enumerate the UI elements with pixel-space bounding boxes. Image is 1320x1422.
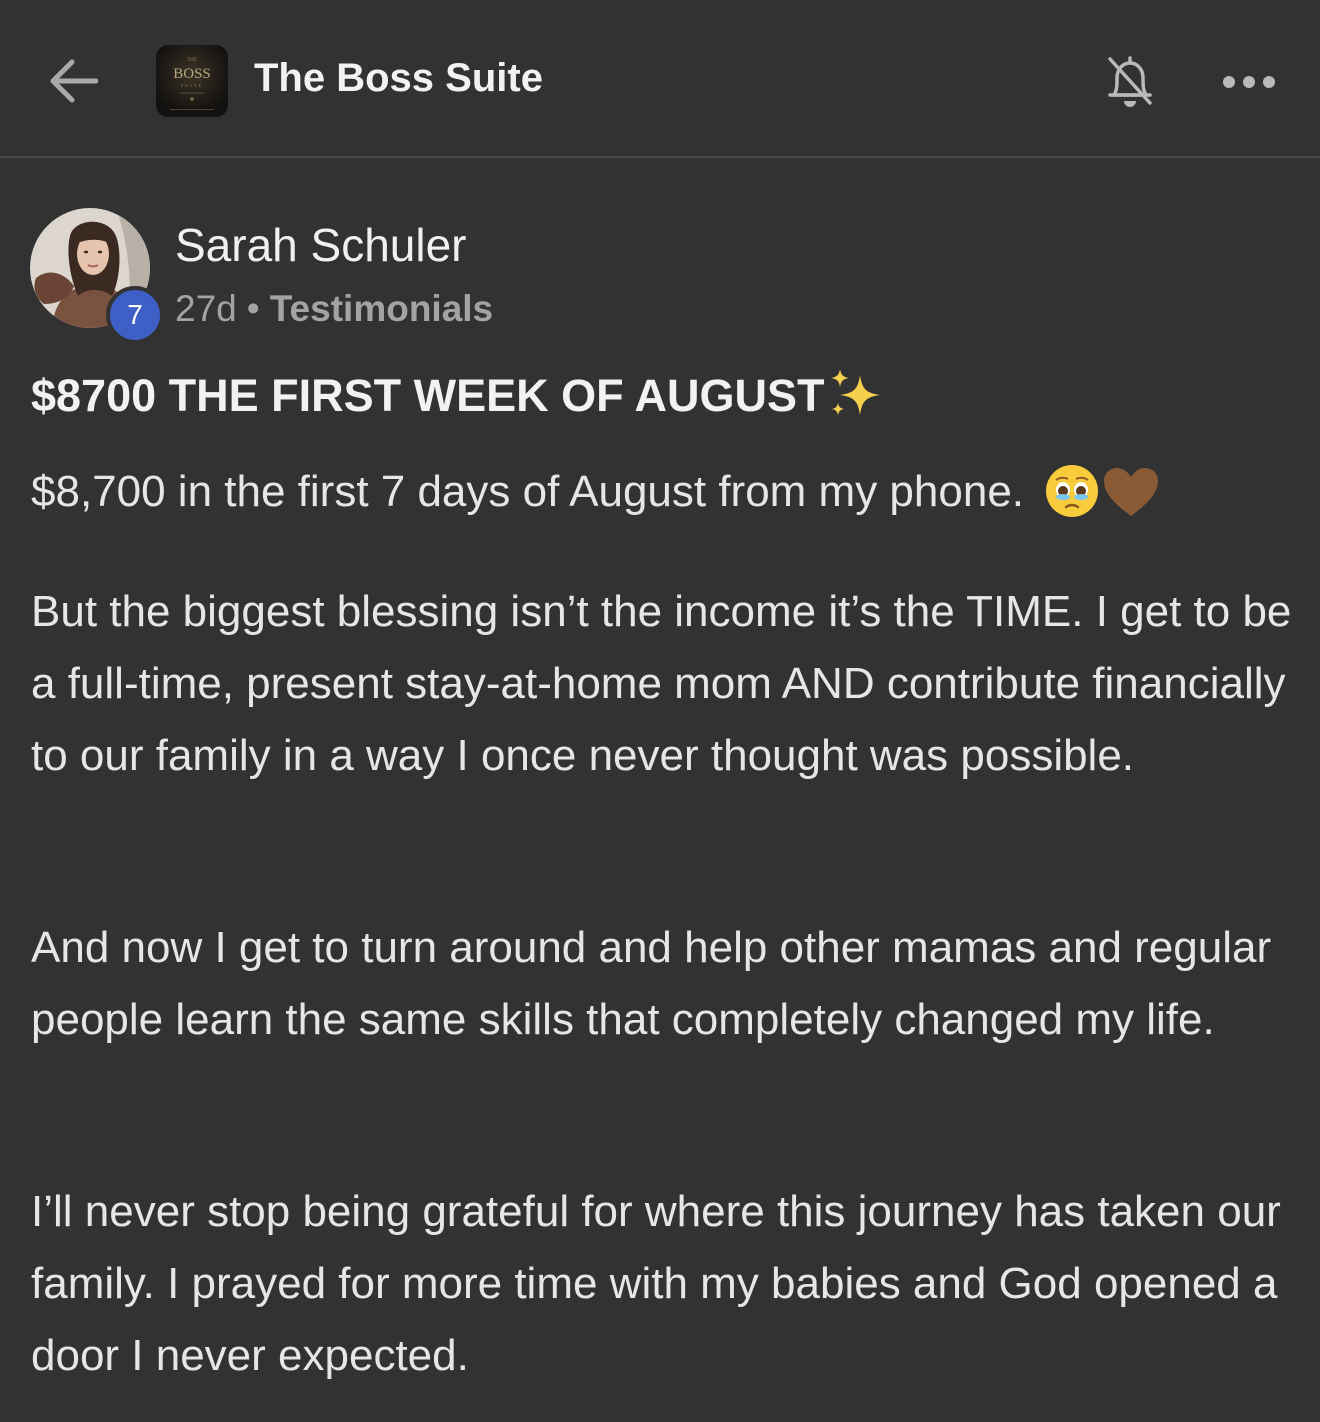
svg-text:SUITE: SUITE bbox=[181, 83, 204, 88]
post-paragraph-1-text: $8,700 in the first 7 days of August fro… bbox=[31, 467, 1025, 516]
more-options-button[interactable] bbox=[1218, 60, 1280, 104]
boss-suite-logo: THE BOSS SUITE bbox=[170, 58, 214, 110]
post-category[interactable]: Testimonials bbox=[270, 288, 493, 329]
holding-back-tears-face-icon bbox=[1046, 465, 1099, 518]
post-title: $8700 THE FIRST WEEK OF AUGUST bbox=[31, 369, 886, 423]
bell-off-icon bbox=[1108, 56, 1152, 107]
author-name[interactable]: Sarah Schuler bbox=[175, 218, 467, 272]
user-level-badge: 7 bbox=[106, 286, 164, 344]
group-logo[interactable]: THE BOSS SUITE bbox=[156, 45, 228, 117]
back-button[interactable] bbox=[42, 52, 104, 110]
post-paragraph-4: I’ll never stop being grateful for where… bbox=[31, 1187, 1281, 1380]
more-horizontal-icon bbox=[1223, 76, 1275, 88]
post-age: 27d bbox=[175, 288, 237, 329]
brown-heart-icon bbox=[1104, 468, 1159, 517]
top-bar: THE BOSS SUITE The Boss Suite bbox=[0, 0, 1320, 158]
post-paragraph-2: But the biggest blessing isn’t the incom… bbox=[31, 587, 1292, 780]
post-paragraph-1: $8,700 in the first 7 days of August fro… bbox=[31, 456, 1301, 528]
post-title-text: $8700 THE FIRST WEEK OF AUGUST bbox=[31, 370, 825, 421]
arrow-left-icon bbox=[50, 59, 98, 103]
group-title[interactable]: The Boss Suite bbox=[254, 56, 543, 101]
meta-separator: • bbox=[246, 288, 260, 329]
post-paragraph-3: And now I get to turn around and help ot… bbox=[31, 923, 1272, 1044]
post-meta: 27d • Testimonials bbox=[175, 288, 493, 330]
svg-text:THE: THE bbox=[187, 58, 197, 63]
notifications-button[interactable] bbox=[1100, 50, 1160, 114]
svg-text:BOSS: BOSS bbox=[173, 66, 211, 82]
sparkles-icon bbox=[831, 369, 881, 416]
author-avatar-container[interactable]: 7 bbox=[30, 208, 164, 344]
